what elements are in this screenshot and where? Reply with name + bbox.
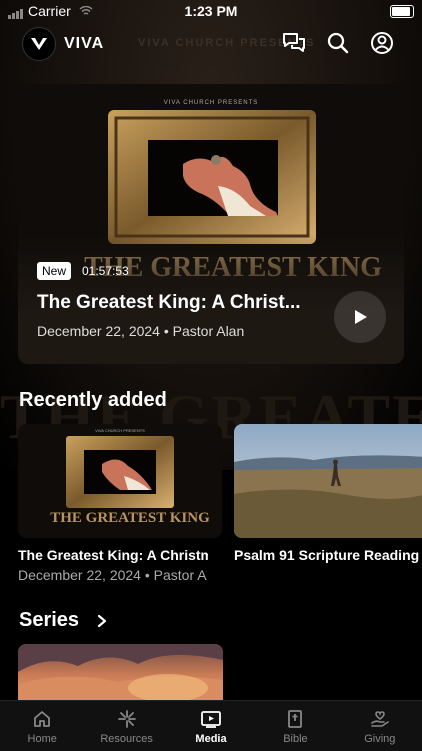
tab-label: Bible: [283, 733, 308, 745]
clock: 1:23 PM: [184, 3, 238, 19]
recent-card-separator: •: [144, 567, 150, 583]
art-presents-text: VIVA CHURCH PRESENTS: [164, 100, 259, 106]
chat-icon[interactable]: [281, 30, 307, 56]
recent-card-speaker: Pastor A: [153, 567, 207, 583]
series-title: Series: [19, 609, 80, 631]
resources-icon: [117, 710, 136, 728]
home-icon: [34, 711, 51, 727]
recently-added-heading: Recently added: [19, 389, 167, 411]
play-button[interactable]: [334, 291, 386, 343]
series-thumb-art: [18, 644, 223, 704]
tab-resources[interactable]: Resources: [84, 701, 168, 751]
brand-name: VIVA: [64, 35, 105, 52]
app-header: VIVA VIVA CHURCH PRESENTS: [0, 24, 422, 64]
search-icon[interactable]: [325, 30, 351, 56]
recent-card-greatest-king[interactable]: VIVA CHURCH PRESENTS THE GREATEST KING T…: [18, 424, 222, 583]
recent-thumbnail: VIVA CHURCH PRESENTS THE GREATEST KING: [18, 424, 222, 538]
viva-logo-icon: [31, 37, 47, 50]
tab-label: Media: [195, 733, 227, 745]
status-bar: Carrier 1:23 PM: [0, 0, 422, 22]
play-icon: [355, 310, 367, 324]
media-icon: [201, 711, 221, 728]
giving-icon: [371, 711, 389, 727]
profile-icon[interactable]: [369, 30, 395, 56]
battery-icon: [390, 5, 414, 18]
recent-card-title: Psalm 91 Scripture Reading: [234, 547, 420, 563]
chevron-right-icon: [97, 614, 106, 627]
tab-media[interactable]: Media: [169, 701, 253, 751]
greatest-king-thumb-art: VIVA CHURCH PRESENTS THE GREATEST KING: [18, 424, 222, 538]
tab-home[interactable]: Home: [0, 701, 84, 751]
recent-card-title: The Greatest King: A Christmas: [18, 547, 208, 563]
recent-card-meta: December 22, 2024 • Pastor A: [18, 567, 208, 583]
tab-giving[interactable]: Giving: [338, 701, 422, 751]
tab-label: Resources: [100, 733, 153, 745]
bottom-tab-bar: Home Resources Media Bible Giving: [0, 700, 422, 751]
thumb-presents-text: VIVA CHURCH PRESENTS: [95, 428, 145, 433]
viva-logo[interactable]: [22, 27, 56, 61]
recent-thumbnail: [234, 424, 422, 538]
featured-card[interactable]: VIVA CHURCH PRESENTS THE GREATEST KING N…: [18, 84, 404, 364]
tab-bible[interactable]: Bible: [253, 701, 337, 751]
hero-meta: December 22, 2024 • Pastor Alan: [37, 323, 244, 339]
recent-card-psalm-91[interactable]: Psalm 91 Scripture Reading: [234, 424, 422, 563]
bible-icon: [288, 710, 303, 728]
new-badge: New: [37, 262, 72, 280]
hero-date: December 22, 2024: [37, 323, 160, 339]
tab-label: Giving: [364, 733, 396, 745]
hero-title: The Greatest King: A Christ...: [37, 292, 301, 313]
hero-speaker: Pastor Alan: [172, 323, 245, 339]
duration-label: 01:57:53: [82, 264, 129, 278]
thumb-title-text: THE GREATEST KING: [50, 510, 210, 526]
series-card[interactable]: [18, 644, 223, 704]
tab-label: Home: [27, 733, 57, 745]
recent-card-date: December 22, 2024: [18, 567, 141, 583]
psalm-thumb-art: [234, 424, 422, 538]
series-heading[interactable]: Series: [19, 609, 109, 632]
hero-separator: •: [163, 323, 169, 339]
